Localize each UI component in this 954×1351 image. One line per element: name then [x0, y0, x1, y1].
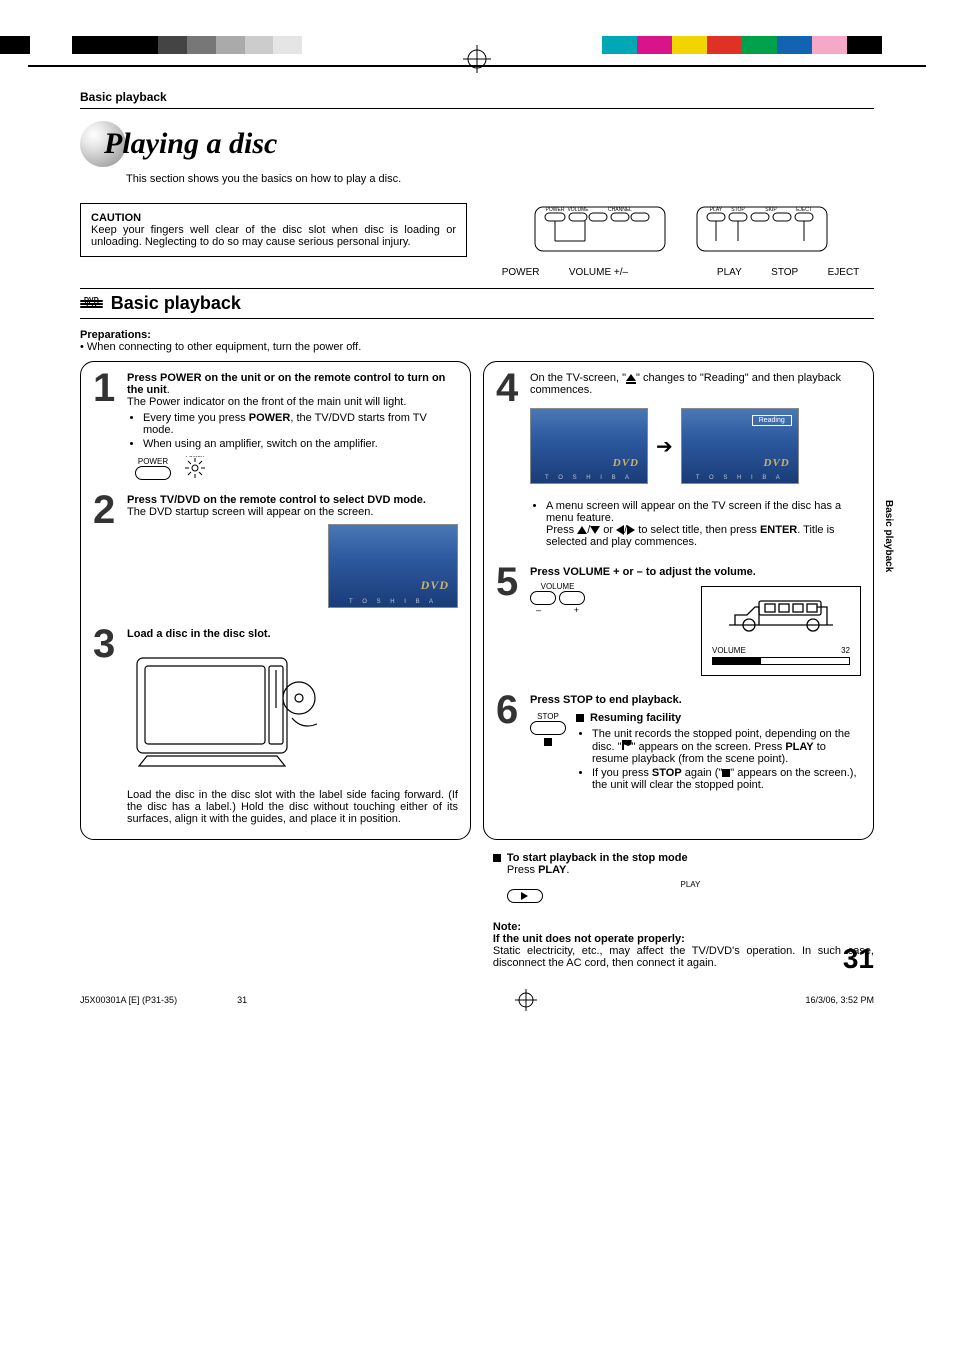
- volume-osd-illustration: VOLUME32: [701, 586, 861, 676]
- dvd-startup-screen-thumb: DVDT O S H I B A: [328, 524, 458, 608]
- registration-mark-icon: [463, 45, 491, 73]
- step5-headline: Press VOLUME + or – to adjust the volume…: [530, 566, 756, 578]
- registration-mark-icon: [515, 989, 537, 1011]
- unit-panel-diagram: POWERVOLUMECHANNEL PLAYSTOPSKIPEJECT POW…: [487, 203, 874, 278]
- step3-after-text: Load the disc in the disc slot with the …: [127, 789, 458, 825]
- step2-sub: The DVD startup screen will appear on th…: [127, 506, 458, 518]
- stop-button-label: STOP: [530, 712, 566, 721]
- step4-menu-text: A menu screen will appear on the TV scre…: [546, 500, 861, 548]
- indicator-light-icon: POWER: [183, 456, 207, 480]
- panel-label-stop: STOP: [771, 267, 798, 278]
- intro-text: This section shows you the basics on how…: [126, 173, 874, 185]
- square-bullet-icon: [576, 714, 584, 722]
- section-label: Basic playback: [80, 90, 874, 104]
- basic-playback-heading-row: DVD VCD CD Basic playback: [80, 288, 874, 319]
- power-button-label: POWER: [135, 457, 171, 466]
- svg-text:SKIP: SKIP: [765, 207, 777, 213]
- disc-type-badges: DVD VCD CD: [80, 299, 103, 309]
- step1-bullet-2: When using an amplifier, switch on the a…: [143, 438, 458, 450]
- steps-right-box: 4 On the TV-screen, "" changes to "Readi…: [483, 361, 874, 840]
- right-icon: [627, 525, 635, 535]
- svg-text:VOLUME: VOLUME: [567, 207, 589, 213]
- square-bullet-icon: [493, 854, 501, 862]
- plus-label: +: [574, 605, 579, 615]
- eject-icon: [626, 374, 636, 381]
- footer-doc-id: J5X00301A [E] (P31-35): [80, 995, 177, 1005]
- stop-button-icon: [530, 721, 566, 735]
- step1-sub: The Power indicator on the front of the …: [127, 396, 458, 408]
- step-number-3: 3: [93, 628, 119, 825]
- step2-headline: Press TV/DVD on the remote control to se…: [127, 494, 426, 506]
- footer-folio: 31: [237, 995, 247, 1005]
- step-number-1: 1: [93, 372, 119, 480]
- resume-marker-icon: [622, 740, 632, 750]
- svg-text:CHANNEL: CHANNEL: [608, 207, 632, 213]
- resume-heading: Resuming facility: [590, 712, 681, 724]
- step-number-4: 4: [496, 372, 522, 552]
- caution-body: Keep your fingers well clear of the disc…: [91, 224, 456, 248]
- up-icon: [577, 526, 587, 534]
- power-button-icon: [135, 466, 171, 480]
- svg-text:EJECT: EJECT: [796, 207, 812, 213]
- volume-button-label: VOLUME: [530, 582, 585, 591]
- step-number-2: 2: [93, 494, 119, 614]
- step6-headline: Press STOP to end playback.: [530, 694, 682, 706]
- caution-heading: CAUTION: [91, 212, 456, 224]
- arrow-right-icon: ➔: [656, 434, 673, 459]
- print-registration-bars: [0, 0, 954, 70]
- volume-up-button-icon: [559, 591, 585, 605]
- svg-text:STOP: STOP: [731, 207, 745, 213]
- footer-timestamp: 16/3/06, 3:52 PM: [805, 995, 874, 1005]
- svg-text:POWER: POWER: [186, 456, 205, 459]
- step-number-5: 5: [496, 566, 522, 680]
- resume-bullet-2: If you press STOP again ("" appears on t…: [592, 767, 861, 791]
- panel-label-volume: VOLUME +/–: [569, 267, 628, 278]
- step-number-6: 6: [496, 694, 522, 795]
- panel-label-eject: EJECT: [828, 267, 860, 278]
- play-button-icon: [507, 889, 543, 903]
- panel-label-power: POWER: [502, 267, 540, 278]
- start-playback-heading: To start playback in the stop mode: [493, 852, 874, 864]
- svg-text:PLAY: PLAY: [709, 207, 722, 213]
- side-tab-label: Basic playback: [883, 500, 894, 572]
- left-icon: [616, 525, 624, 535]
- volume-down-button-icon: [530, 591, 556, 605]
- tv-load-disc-illustration: [127, 648, 327, 781]
- svg-text:POWER: POWER: [545, 207, 564, 213]
- footer-meta: J5X00301A [E] (P31-35) 31 16/3/06, 3:52 …: [0, 979, 954, 1021]
- step1-bullet-1: Every time you press POWER, the TV/DVD s…: [143, 412, 458, 436]
- stop-glyph-icon: [544, 738, 552, 746]
- page-title: Playing a disc: [104, 127, 277, 161]
- page-number: 31: [843, 943, 874, 975]
- resume-bullet-1: The unit records the stopped point, depe…: [592, 728, 861, 765]
- minus-label: –: [536, 605, 541, 615]
- panel-label-play: PLAY: [717, 267, 742, 278]
- caution-box: CAUTION Keep your fingers well clear of …: [80, 203, 467, 257]
- step1-headline: Press POWER on the unit or on the remote…: [127, 372, 445, 396]
- step4-text: On the TV-screen, "" changes to "Reading…: [530, 372, 841, 396]
- note-heading: Note:: [493, 921, 521, 933]
- screen-reading-icon: Reading DVDT O S H I B A: [681, 408, 799, 484]
- screen-before-icon: DVDT O S H I B A: [530, 408, 648, 484]
- note-subheading: If the unit does not operate properly:: [493, 933, 685, 945]
- note-body: Static electricity, etc., may affect the…: [493, 945, 874, 969]
- preparations: Preparations: • When connecting to other…: [80, 329, 874, 353]
- basic-playback-heading: Basic playback: [111, 293, 241, 314]
- steps-left-box: 1 Press POWER on the unit or on the remo…: [80, 361, 471, 840]
- divider: [80, 108, 874, 109]
- step3-headline: Load a disc in the disc slot.: [127, 628, 271, 640]
- down-icon: [590, 526, 600, 534]
- play-button-label: PLAY: [507, 880, 874, 889]
